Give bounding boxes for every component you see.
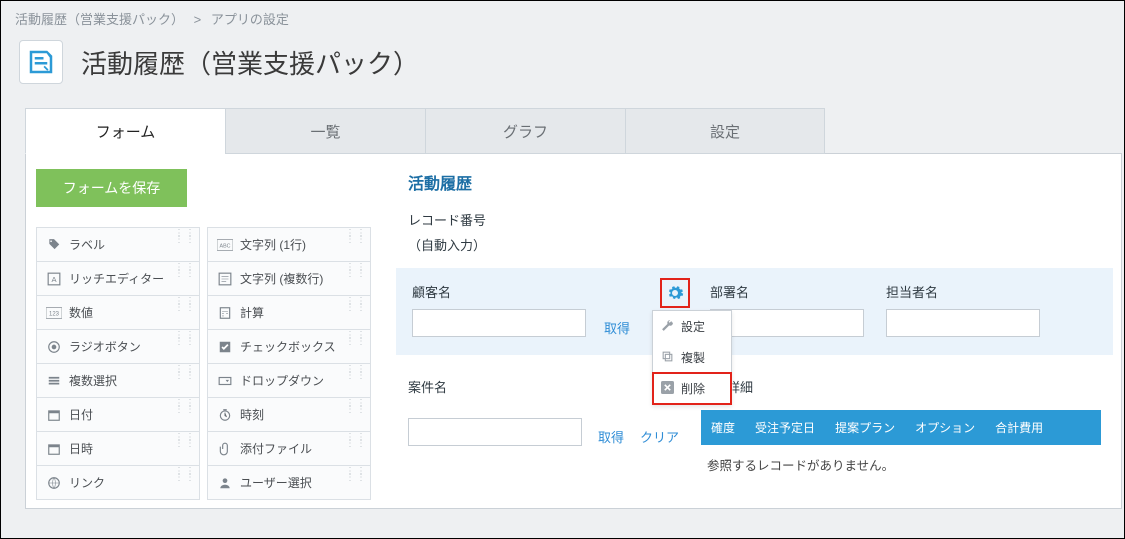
col-plan: 提案プラン: [825, 410, 905, 445]
list-icon: [45, 372, 63, 390]
case-label: 案件名: [408, 377, 679, 396]
person-label: 担当者名: [886, 282, 1040, 301]
tab-settings[interactable]: 設定: [625, 108, 825, 154]
field-multiselect[interactable]: 複数選択⋮⋮⋮⋮: [36, 363, 200, 398]
svg-text:ABC: ABC: [220, 243, 231, 249]
svg-text:A: A: [51, 274, 57, 283]
letter-a-icon: A: [45, 270, 63, 288]
copy-icon: [661, 350, 674, 366]
clip-icon: [216, 440, 234, 458]
col-total: 合計費用: [985, 410, 1053, 445]
customer-get-link[interactable]: 取得: [604, 318, 630, 337]
col-date: 受注予定日: [745, 410, 825, 445]
form-preview: 活動履歴 レコード番号 （自動入力） 設定 複製 削除 顧客名 取得: [388, 154, 1121, 508]
tab-form[interactable]: フォーム: [25, 108, 225, 154]
field-text[interactable]: ABC文字列 (1行)⋮⋮⋮⋮: [207, 227, 371, 262]
field-radio[interactable]: ラジオボタン⋮⋮⋮⋮: [36, 329, 200, 364]
breadcrumb: 活動履歴（営業支援パック） > アプリの設定: [1, 1, 1124, 30]
field-gear-button[interactable]: [660, 278, 690, 308]
dept-label: 部署名: [710, 282, 864, 301]
case-input[interactable]: [408, 418, 582, 446]
calendar-icon: [45, 406, 63, 424]
globe-icon: [45, 474, 63, 492]
app-icon: [19, 40, 63, 84]
save-button[interactable]: フォームを保存: [36, 169, 187, 207]
field-user[interactable]: ユーザー選択⋮⋮⋮⋮: [207, 465, 371, 500]
field-checkbox[interactable]: チェックボックス⋮⋮⋮⋮: [207, 329, 371, 364]
number-icon: 123: [45, 304, 63, 322]
col-opt: オプション: [905, 410, 985, 445]
field-label[interactable]: ラベル⋮⋮⋮⋮: [36, 227, 200, 262]
field-time[interactable]: 時刻⋮⋮⋮⋮: [207, 397, 371, 432]
field-datetime[interactable]: 日時⋮⋮⋮⋮: [36, 431, 200, 466]
field-context-menu: 設定 複製 削除: [652, 310, 732, 405]
user-icon: [216, 474, 234, 492]
dept-input[interactable]: [710, 309, 864, 337]
lines-icon: [216, 270, 234, 288]
crumb-sep: >: [194, 12, 202, 27]
field-number[interactable]: 123数値⋮⋮⋮⋮: [36, 295, 200, 330]
person-input[interactable]: [886, 309, 1040, 337]
field-rich[interactable]: Aリッチエディター⋮⋮⋮⋮: [36, 261, 200, 296]
field-calc[interactable]: 計算⋮⋮⋮⋮: [207, 295, 371, 330]
dropdown-icon: [216, 372, 234, 390]
section-title: 活動履歴: [408, 170, 1101, 194]
radio-icon: [45, 338, 63, 356]
wrench-icon: [661, 319, 674, 335]
tag-icon: [45, 236, 63, 254]
customer-label: 顧客名: [412, 282, 630, 301]
recnum-auto: （自動入力）: [408, 235, 1101, 254]
calc-icon: [216, 304, 234, 322]
crumb-current: アプリの設定: [211, 12, 289, 27]
text-icon: ABC: [216, 236, 234, 254]
tab-list[interactable]: 一覧: [225, 108, 425, 154]
recnum-label: レコード番号: [408, 210, 1101, 229]
menu-delete[interactable]: 削除: [652, 372, 732, 405]
clock-icon: [216, 406, 234, 424]
case-clear-link[interactable]: クリア: [640, 427, 679, 446]
col-prob: 確度: [701, 410, 745, 445]
field-textarea[interactable]: 文字列 (複数行)⋮⋮⋮⋮: [207, 261, 371, 296]
subtable-header: 確度 受注予定日 提案プラン オプション 合計費用: [701, 410, 1101, 445]
menu-copy[interactable]: 複製: [653, 342, 731, 373]
subtable-empty: 参照するレコードがありません。: [701, 445, 1101, 484]
field-dropdown[interactable]: ドロップダウン⋮⋮⋮⋮: [207, 363, 371, 398]
delete-icon: [661, 381, 674, 397]
tab-graph[interactable]: グラフ: [425, 108, 625, 154]
svg-text:123: 123: [49, 311, 60, 317]
page-title: 活動履歴（営業支援パック）: [81, 44, 419, 81]
check-icon: [216, 338, 234, 356]
field-date[interactable]: 日付⋮⋮⋮⋮: [36, 397, 200, 432]
customer-input[interactable]: [412, 309, 586, 337]
field-link[interactable]: リンク⋮⋮⋮⋮: [36, 465, 200, 500]
crumb-app[interactable]: 活動履歴（営業支援パック）: [15, 12, 184, 27]
calendar-icon: [45, 440, 63, 458]
case-get-link[interactable]: 取得: [598, 427, 624, 446]
casedetail-label: 案件詳細: [701, 377, 1101, 396]
field-attachment[interactable]: 添付ファイル⋮⋮⋮⋮: [207, 431, 371, 466]
selected-field-row[interactable]: 設定 複製 削除 顧客名 取得 部署名 担当者名: [396, 268, 1113, 355]
menu-settings[interactable]: 設定: [653, 311, 731, 342]
left-panel: フォームを保存 ラベル⋮⋮⋮⋮ Aリッチエディター⋮⋮⋮⋮ 123数値⋮⋮⋮⋮ …: [26, 154, 388, 508]
tabs: フォーム 一覧 グラフ 設定: [25, 108, 1100, 154]
